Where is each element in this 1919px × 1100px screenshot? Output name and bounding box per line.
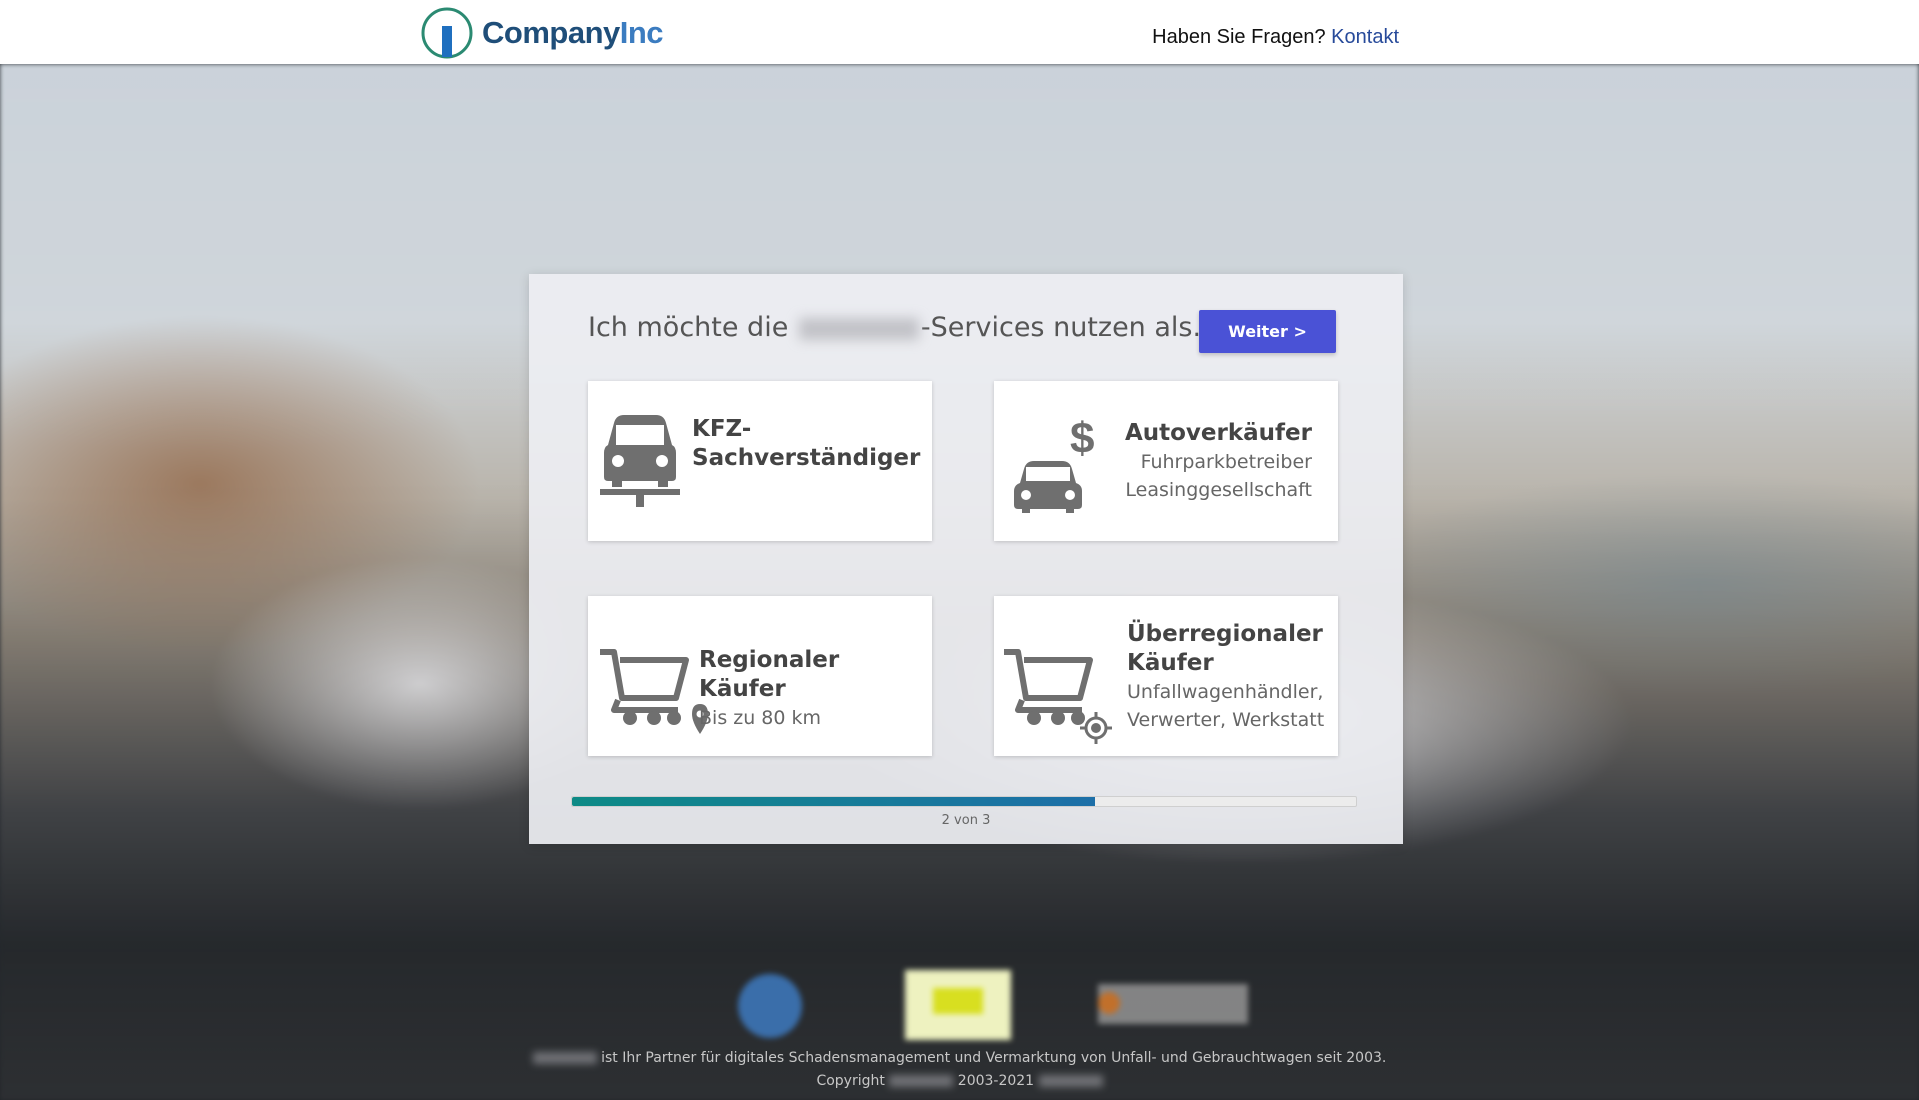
company-logo[interactable]: CompanyInc xyxy=(420,6,664,60)
option-card-kfz-sachverstaendiger[interactable]: KFZ-Sachverständiger xyxy=(588,381,932,541)
role-selection-panel: Ich möchte die -Services nutzen als... W… xyxy=(529,274,1403,844)
redacted-brand xyxy=(532,1052,597,1064)
footer-line-2: Copyright 2003-2021 xyxy=(0,1070,1919,1093)
partner-badge-icon xyxy=(738,974,802,1038)
panel-heading: Ich möchte die -Services nutzen als... xyxy=(588,312,1218,343)
cart-target-icon xyxy=(1004,649,1112,744)
progress-label: 2 von 3 xyxy=(941,813,991,828)
partner-badge-icon xyxy=(1098,984,1248,1024)
redacted-brand xyxy=(889,1075,954,1087)
card-subline: Bis zu 80 km xyxy=(699,707,822,729)
car-dollar-icon: $ xyxy=(1014,419,1094,513)
site-footer: ist Ihr Partner für digitales Schadensma… xyxy=(0,1047,1919,1093)
card-subline: Leasinggesellschaft xyxy=(1125,479,1312,501)
card-title: KFZ-Sachverständiger xyxy=(692,416,921,471)
card-title: Autoverkäufer xyxy=(1124,420,1312,446)
partner-badge-icon xyxy=(905,970,1011,1040)
card-title: Regionaler Käufer xyxy=(699,647,840,702)
next-button[interactable]: Weiter > xyxy=(1199,310,1336,353)
copyright-label: Copyright xyxy=(816,1073,885,1089)
footer-line-1: ist Ihr Partner für digitales Schadensma… xyxy=(0,1047,1919,1070)
footer-tagline: ist Ihr Partner für digitales Schadensma… xyxy=(601,1050,1387,1066)
help-question: Haben Sie Fragen? xyxy=(1152,26,1326,48)
card-title: Überregionaler Käufer xyxy=(1127,621,1323,676)
card-text: KFZ-Sachverständiger xyxy=(692,415,921,473)
help-text: Haben Sie Fragen? Kontakt xyxy=(1152,26,1399,49)
redacted-link[interactable] xyxy=(1038,1075,1103,1087)
card-subline: Fuhrparkbetreiber xyxy=(1140,451,1312,473)
logo-company-text: Company xyxy=(482,15,620,50)
svg-text:$: $ xyxy=(1070,419,1094,463)
progress-bar xyxy=(571,796,1357,807)
redacted-brand xyxy=(798,317,919,340)
car-lift-icon xyxy=(600,415,680,507)
card-text: Regionaler Käufer Bis zu 80 km xyxy=(699,646,932,732)
partner-badges xyxy=(0,970,1919,1040)
site-header: CompanyInc Haben Sie Fragen? Kontakt xyxy=(0,0,1919,64)
logo-text: CompanyInc xyxy=(482,15,664,51)
option-card-autoverkaeufer[interactable]: $ Autoverkäufer Fuhrparkbetreiber Leasin… xyxy=(994,381,1338,541)
heading-prefix: Ich möchte die xyxy=(588,312,789,343)
logo-inc-text: Inc xyxy=(619,15,664,50)
contact-link[interactable]: Kontakt xyxy=(1331,26,1399,48)
progress-fill xyxy=(572,797,1095,806)
heading-suffix: -Services nutzen als... xyxy=(920,312,1219,343)
cart-location-icon xyxy=(600,649,708,734)
card-text: Überregionaler Käufer Unfallwagenhändler… xyxy=(1127,620,1327,734)
copyright-years: 2003-2021 xyxy=(957,1073,1035,1089)
option-card-ueberregionaler-kaeufer[interactable]: Überregionaler Käufer Unfallwagenhändler… xyxy=(994,596,1338,756)
card-subline: Unfallwagenhändler, xyxy=(1127,681,1324,703)
card-subline: Verwerter, Werkstatt xyxy=(1127,709,1325,731)
logo-mark-icon xyxy=(421,7,473,59)
option-card-regionaler-kaeufer[interactable]: Regionaler Käufer Bis zu 80 km xyxy=(588,596,932,756)
card-text: Autoverkäufer Fuhrparkbetreiber Leasingg… xyxy=(1125,419,1312,504)
